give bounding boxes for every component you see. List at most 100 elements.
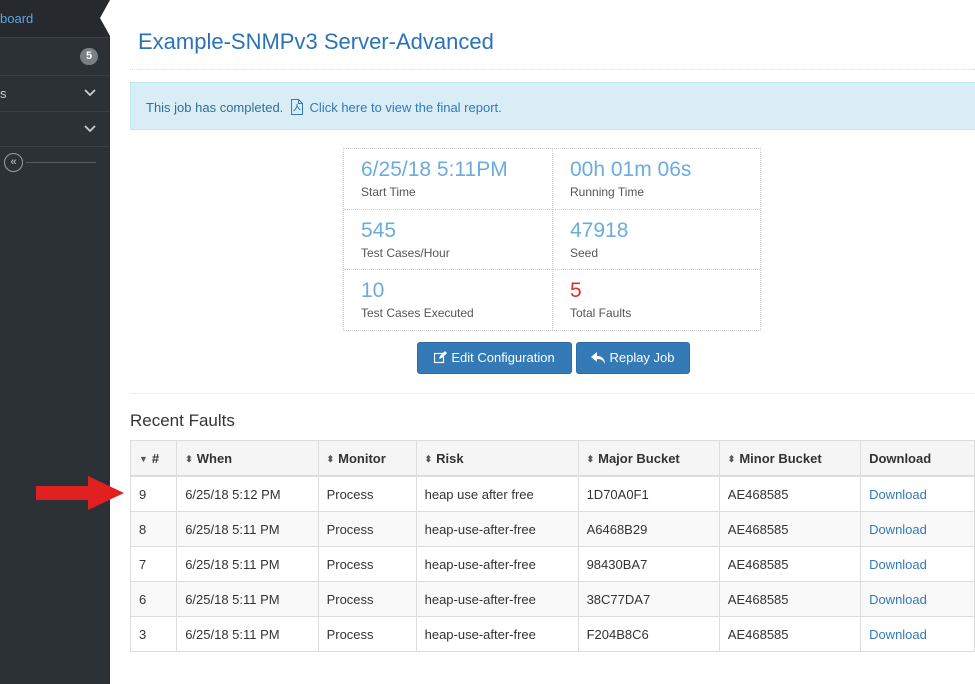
cell-monitor: Process [317, 546, 417, 582]
cell-minor-bucket: AE468585 [718, 616, 862, 652]
divider [26, 162, 96, 163]
cell-major-bucket: 98430BA7 [577, 546, 720, 582]
sort-desc-icon: ▼ [139, 453, 148, 464]
cell-major-bucket: A6468B29 [577, 511, 720, 547]
replay-job-label: Replay Job [609, 350, 675, 365]
cell-risk: heap use after free [415, 475, 579, 512]
stat-label: Start Time [361, 185, 416, 199]
stat-test-cases-hour: 545 Test Cases/Hour [344, 210, 552, 270]
stat-value: 00h 01m 06s [570, 158, 692, 181]
pdf-file-icon [290, 99, 303, 115]
stat-seed: 47918 Seed [553, 210, 761, 270]
cell-num: 7 [129, 546, 178, 582]
cell-risk: heap-use-after-free [415, 546, 579, 582]
recent-faults-table: ▼ # ⬍ When ⬍ Monitor ⬍ Risk ⬍ Major Bucket ⬍ M… [129, 440, 975, 652]
divider [130, 393, 975, 394]
cell-num: 8 [129, 511, 178, 547]
stat-value: 5 [570, 279, 582, 302]
table-row[interactable]: 8 6/25/18 5:11 PM Process heap-use-after… [129, 511, 975, 547]
stat-value: 6/25/18 5:11PM [361, 158, 508, 181]
table-row[interactable]: 9 6/25/18 5:12 PM Process heap use after… [129, 475, 975, 512]
edit-icon [434, 351, 448, 364]
cell-major-bucket: F204B8C6 [577, 616, 720, 652]
column-header-num[interactable]: ▼ # [129, 440, 178, 477]
divider [552, 149, 553, 330]
stat-label: Seed [570, 246, 599, 260]
cell-minor-bucket: AE468585 [718, 581, 862, 617]
cell-download: Download [860, 511, 975, 547]
table-row[interactable]: 3 6/25/18 5:11 PM Process heap-use-after… [129, 616, 975, 652]
stat-value: 10 [361, 279, 385, 302]
cell-num: 6 [129, 581, 178, 617]
chevron-down-icon [84, 89, 96, 97]
column-header-major-bucket[interactable]: ⬍ Major Bucket [577, 440, 720, 477]
sidebar-collapse[interactable]: « [0, 151, 110, 175]
download-link[interactable]: Download [869, 522, 927, 537]
cell-minor-bucket: AE468585 [718, 511, 862, 547]
count-badge: 5 [80, 48, 98, 65]
stat-value: 47918 [570, 219, 629, 242]
job-complete-alert: This job has completed. Click here to vi… [130, 82, 975, 130]
download-link[interactable]: Download [869, 487, 927, 502]
sidebar-item-dashboard-label: board [0, 11, 34, 26]
sort-icon: ⬍ [185, 453, 193, 464]
edit-configuration-label: Edit Configuration [451, 350, 555, 365]
divider [344, 269, 760, 270]
job-stats-grid: 6/25/18 5:11PM Start Time 00h 01m 06s Ru… [343, 148, 761, 331]
column-header-when[interactable]: ⬍ When [176, 440, 319, 477]
column-header-risk[interactable]: ⬍ Risk [415, 440, 579, 477]
stat-label: Test Cases/Hour [361, 246, 450, 260]
cell-download: Download [860, 581, 975, 617]
recent-faults-title: Recent Faults [130, 411, 235, 430]
chevron-down-icon [84, 125, 96, 133]
cell-when: 6/25/18 5:11 PM [176, 511, 319, 547]
sidebar-item-expandable[interactable]: s [0, 75, 110, 111]
cell-download: Download [860, 546, 975, 582]
sort-icon: ⬍ [586, 453, 595, 464]
stat-label: Test Cases Executed [361, 306, 474, 320]
stat-total-faults: 5 Total Faults [553, 270, 761, 330]
sort-icon: ⬍ [326, 453, 335, 464]
column-header-minor-bucket[interactable]: ⬍ Minor Bucket [718, 440, 862, 477]
replay-job-button[interactable]: Replay Job [576, 342, 690, 374]
cell-minor-bucket: AE468585 [718, 546, 862, 582]
sort-icon: ⬍ [727, 453, 736, 464]
reply-icon [591, 352, 606, 364]
cell-monitor: Process [317, 475, 417, 512]
sidebar-item-faults[interactable]: 5 [0, 37, 110, 75]
cell-when: 6/25/18 5:12 PM [176, 475, 319, 512]
divider [130, 69, 975, 70]
cell-num: 3 [129, 616, 178, 652]
sort-icon: ⬍ [424, 453, 433, 464]
table-row[interactable]: 6 6/25/18 5:11 PM Process heap-use-after… [129, 581, 975, 617]
download-link[interactable]: Download [869, 557, 927, 572]
cell-download: Download [860, 616, 975, 652]
final-report-link[interactable]: Click here to view the final report. [310, 100, 502, 115]
cell-risk: heap-use-after-free [415, 511, 579, 547]
table-header-row: ▼ # ⬍ When ⬍ Monitor ⬍ Risk ⬍ Major Bucket ⬍ M… [129, 440, 975, 477]
sidebar: board 5 s « [0, 0, 110, 684]
cell-download: Download [860, 475, 975, 512]
stat-label: Running Time [570, 185, 645, 199]
cell-monitor: Process [317, 581, 417, 617]
collapse-icon[interactable]: « [4, 153, 23, 172]
download-link[interactable]: Download [869, 627, 927, 642]
cell-risk: heap-use-after-free [415, 581, 579, 617]
cell-major-bucket: 38C77DA7 [577, 581, 720, 617]
stat-test-cases-executed: 10 Test Cases Executed [344, 270, 552, 330]
cell-when: 6/25/18 5:11 PM [176, 546, 319, 582]
stat-running-time: 00h 01m 06s Running Time [553, 149, 761, 209]
sidebar-item-dashboard[interactable]: board [0, 0, 110, 37]
cell-major-bucket: 1D70A0F1 [577, 475, 720, 512]
cell-when: 6/25/18 5:11 PM [176, 616, 319, 652]
cell-monitor: Process [317, 511, 417, 547]
download-link[interactable]: Download [869, 592, 927, 607]
table-row[interactable]: 7 6/25/18 5:11 PM Process heap-use-after… [129, 546, 975, 582]
sidebar-item-expandable-2[interactable] [0, 111, 110, 147]
annotation-arrow-icon [36, 476, 124, 510]
cell-risk: heap-use-after-free [415, 616, 579, 652]
page-title: Example-SNMPv3 Server-Advanced [138, 29, 494, 54]
column-header-monitor[interactable]: ⬍ Monitor [317, 440, 417, 477]
sidebar-item-label: s [0, 86, 7, 101]
edit-configuration-button[interactable]: Edit Configuration [417, 342, 572, 374]
